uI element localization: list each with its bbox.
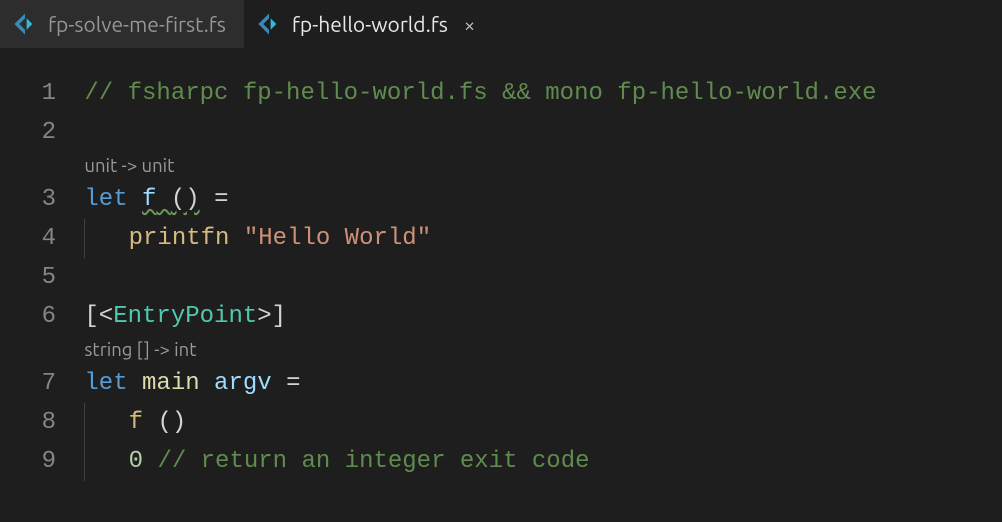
unit-literal: () — [157, 411, 186, 435]
fsharp-file-icon — [256, 11, 282, 37]
code-line[interactable]: 0 // return an integer exit code — [70, 442, 1002, 481]
code-line[interactable] — [70, 258, 1002, 297]
editor[interactable]: 1 2 3 4 5 6 7 8 9 // fsharpc fp-hello-wo… — [0, 48, 1002, 481]
attr-open: [< — [84, 305, 113, 329]
line-number: 9 — [42, 450, 56, 474]
codelens-text: unit -> unit — [84, 157, 174, 176]
function-call-f: f — [129, 411, 143, 435]
code-line[interactable]: [<EntryPoint>] — [70, 297, 1002, 336]
code-line[interactable]: let f () = — [70, 180, 1002, 219]
code-line[interactable]: // fsharpc fp-hello-world.fs && mono fp-… — [70, 74, 1002, 113]
tab-inactive-label: fp-solve-me-first.fs — [48, 12, 226, 36]
unit-literal: () — [171, 188, 200, 212]
code-area[interactable]: // fsharpc fp-hello-world.fs && mono fp-… — [70, 74, 1002, 481]
function-printfn: printfn — [129, 227, 230, 251]
tab-active-label: fp-hello-world.fs — [292, 12, 448, 36]
codelens-text: string [] -> int — [84, 341, 196, 360]
equals: = — [286, 372, 300, 396]
line-number: 4 — [42, 227, 56, 251]
line-number: 8 — [42, 411, 56, 435]
keyword-let: let — [84, 372, 127, 396]
tab-active[interactable]: fp-hello-world.fs × — [244, 0, 493, 48]
line-number: 3 — [42, 188, 56, 212]
number-literal: 0 — [129, 450, 143, 474]
fsharp-file-icon — [12, 11, 38, 37]
code-line[interactable]: f () — [70, 403, 1002, 442]
equals: = — [214, 188, 228, 212]
line-number: 2 — [42, 121, 56, 145]
line-number: 1 — [42, 82, 56, 106]
line-number: 5 — [42, 266, 56, 290]
close-icon[interactable]: × — [458, 13, 475, 36]
keyword-let: let — [84, 188, 127, 212]
code-line[interactable]: printfn "Hello World" — [70, 219, 1002, 258]
tab-inactive[interactable]: fp-solve-me-first.fs — [0, 0, 244, 48]
identifier-f: f — [142, 188, 156, 212]
codelens[interactable]: unit -> unit — [70, 152, 1002, 180]
string-literal: "Hello World" — [244, 227, 431, 251]
tab-bar: fp-solve-me-first.fs fp-hello-world.fs × — [0, 0, 1002, 48]
code-line[interactable] — [70, 113, 1002, 152]
identifier-argv: argv — [214, 372, 272, 396]
line-number: 7 — [42, 372, 56, 396]
code-line[interactable]: let main argv = — [70, 364, 1002, 403]
attr-name: EntryPoint — [113, 305, 257, 329]
attr-close: >] — [257, 305, 286, 329]
line-number: 6 — [42, 305, 56, 329]
codelens[interactable]: string [] -> int — [70, 336, 1002, 364]
comment: // fsharpc fp-hello-world.fs && mono fp-… — [84, 82, 876, 106]
line-number-gutter: 1 2 3 4 5 6 7 8 9 — [0, 74, 70, 481]
identifier-main: main — [142, 372, 200, 396]
comment: // return an integer exit code — [157, 450, 589, 474]
